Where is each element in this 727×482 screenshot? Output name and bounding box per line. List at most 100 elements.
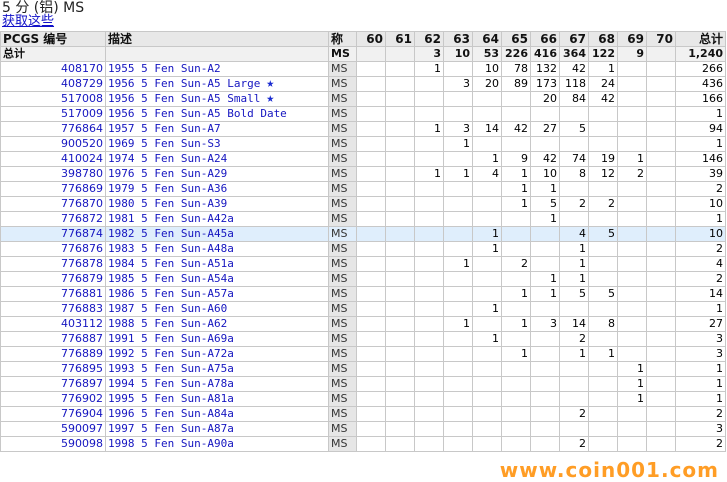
grade-count-cell — [385, 136, 415, 152]
grade-count-cell — [414, 76, 444, 92]
pcgs-number-link[interactable]: 776878 — [0, 256, 106, 272]
row-total-cell: 94 — [675, 121, 726, 137]
table-row: 776889 1992 5 Fen Sun-A72a MS 1 1 1 3 — [0, 346, 726, 362]
coin-description-link[interactable]: 1969 5 Fen Sun-S3 — [105, 136, 329, 152]
coin-description-link[interactable]: 1986 5 Fen Sun-A57a — [105, 286, 329, 302]
coin-description-link[interactable]: 1994 5 Fen Sun-A78a — [105, 376, 329, 392]
coin-description-link[interactable]: 1956 5 Fen Sun-A5 Bold Date — [105, 106, 329, 122]
pcgs-number-link[interactable]: 776872 — [0, 211, 106, 227]
pcgs-number-link[interactable]: 776879 — [0, 271, 106, 287]
grade-count-cell — [501, 91, 531, 107]
coin-description-link[interactable]: 1956 5 Fen Sun-A5 Small ★ — [105, 91, 329, 107]
get-these-link[interactable]: 获取这些 — [2, 15, 54, 29]
coin-description-link[interactable]: 1983 5 Fen Sun-A48a — [105, 241, 329, 257]
coin-description-link[interactable]: 1984 5 Fen Sun-A51a — [105, 256, 329, 272]
grade-count-cell: 2 — [617, 166, 647, 182]
grade-count-cell — [385, 121, 415, 137]
pcgs-number-link[interactable]: 900520 — [0, 136, 106, 152]
pcgs-number-link[interactable]: 776897 — [0, 376, 106, 392]
grade-count-cell — [356, 106, 386, 122]
coin-description-link[interactable]: 1988 5 Fen Sun-A62 — [105, 316, 329, 332]
pcgs-number-link[interactable]: 776864 — [0, 121, 106, 137]
coin-description-link[interactable]: 1956 5 Fen Sun-A5 Large ★ — [105, 76, 329, 92]
grade-count-cell — [617, 121, 647, 137]
coin-description-link[interactable]: 1997 5 Fen Sun-A87a — [105, 421, 329, 437]
description-text: 1997 5 Fen Sun-A87a — [108, 422, 234, 436]
pcgs-number-link[interactable]: 517009 — [0, 106, 106, 122]
pcgs-number-link[interactable]: 776902 — [0, 391, 106, 407]
row-total-cell: 1 — [675, 211, 726, 227]
grade-count-cell: 1 — [559, 241, 589, 257]
column-header: 69 — [617, 31, 647, 47]
grade-count-cell — [617, 211, 647, 227]
coin-description-link[interactable]: 1985 5 Fen Sun-A54a — [105, 271, 329, 287]
grade-count-cell — [588, 301, 618, 317]
pcgs-number-link[interactable]: 776870 — [0, 196, 106, 212]
grade-count-cell — [588, 406, 618, 422]
column-header: 67 — [559, 31, 589, 47]
pcgs-number-link[interactable]: 408729 — [0, 76, 106, 92]
grade-count-cell — [530, 301, 560, 317]
pcgs-number-link[interactable]: 776883 — [0, 301, 106, 317]
pcgs-number-link[interactable]: 410024 — [0, 151, 106, 167]
column-header: 61 — [385, 31, 415, 47]
pcgs-number-link[interactable]: 776881 — [0, 286, 106, 302]
grade-type-cell: MS — [328, 421, 357, 437]
pcgs-number-link[interactable]: 408170 — [0, 61, 106, 77]
pcgs-number-link[interactable]: 776895 — [0, 361, 106, 377]
row-total-cell: 1 — [675, 106, 726, 122]
pcgs-number-link[interactable]: 776887 — [0, 331, 106, 347]
grade-count-cell: 2 — [559, 196, 589, 212]
coin-description-link[interactable]: 1992 5 Fen Sun-A72a — [105, 346, 329, 362]
pcgs-number-link[interactable]: 590098 — [0, 436, 106, 452]
coin-description-link[interactable]: 1979 5 Fen Sun-A36 — [105, 181, 329, 197]
grade-type-cell: MS — [328, 406, 357, 422]
coin-description-link[interactable]: 1991 5 Fen Sun-A69a — [105, 331, 329, 347]
grade-count-cell: 5 — [530, 196, 560, 212]
grade-count-cell — [414, 286, 444, 302]
grade-count-cell — [646, 301, 676, 317]
grade-count-cell — [385, 286, 415, 302]
pcgs-number-link[interactable]: 776874 — [0, 226, 106, 242]
pcgs-number-link[interactable]: 776876 — [0, 241, 106, 257]
grade-count-cell — [472, 361, 502, 377]
pcgs-number-link[interactable]: 403112 — [0, 316, 106, 332]
grade-count-cell: 19 — [588, 151, 618, 167]
pcgs-number-link[interactable]: 517008 — [0, 91, 106, 107]
grade-type-cell: MS — [328, 106, 357, 122]
grade-count-cell — [356, 61, 386, 77]
coin-description-link[interactable]: 1987 5 Fen Sun-A60 — [105, 301, 329, 317]
coin-description-link[interactable]: 1996 5 Fen Sun-A84a — [105, 406, 329, 422]
coin-description-link[interactable]: 1976 5 Fen Sun-A29 — [105, 166, 329, 182]
grade-count-cell — [385, 271, 415, 287]
coin-description-link[interactable]: 1980 5 Fen Sun-A39 — [105, 196, 329, 212]
coin-description-link[interactable]: 1998 5 Fen Sun-A90a — [105, 436, 329, 452]
grade-count-cell — [385, 241, 415, 257]
grade-count-cell: 1 — [472, 151, 502, 167]
coin-description-link[interactable]: 1981 5 Fen Sun-A42a — [105, 211, 329, 227]
coin-description-link[interactable]: 1957 5 Fen Sun-A7 — [105, 121, 329, 137]
grade-count-cell — [356, 226, 386, 242]
pcgs-number-link[interactable]: 776904 — [0, 406, 106, 422]
grade-count-cell — [385, 151, 415, 167]
pcgs-number-link[interactable]: 398780 — [0, 166, 106, 182]
description-text: 1998 5 Fen Sun-A90a — [108, 437, 234, 451]
grade-count-cell — [414, 91, 444, 107]
pcgs-number-link[interactable]: 776889 — [0, 346, 106, 362]
grade-count-cell — [530, 361, 560, 377]
grade-type-cell: MS — [328, 391, 357, 407]
description-text: 1983 5 Fen Sun-A48a — [108, 242, 234, 256]
grade-count-cell — [617, 436, 647, 452]
grade-type-cell: MS — [328, 286, 357, 302]
pcgs-number-link[interactable]: 590097 — [0, 421, 106, 437]
pcgs-number-link[interactable]: 776869 — [0, 181, 106, 197]
coin-description-link[interactable]: 1955 5 Fen Sun-A2 — [105, 61, 329, 77]
coin-description-link[interactable]: 1995 5 Fen Sun-A81a — [105, 391, 329, 407]
coin-description-link[interactable]: 1974 5 Fen Sun-A24 — [105, 151, 329, 167]
grade-count-cell — [501, 106, 531, 122]
coin-description-link[interactable]: 1993 5 Fen Sun-A75a — [105, 361, 329, 377]
grade-count-cell — [472, 106, 502, 122]
table-row: 776878 1984 5 Fen Sun-A51a MS 1 2 1 4 — [0, 256, 726, 272]
grade-count-cell — [385, 46, 415, 62]
coin-description-link[interactable]: 1982 5 Fen Sun-A45a — [105, 226, 329, 242]
